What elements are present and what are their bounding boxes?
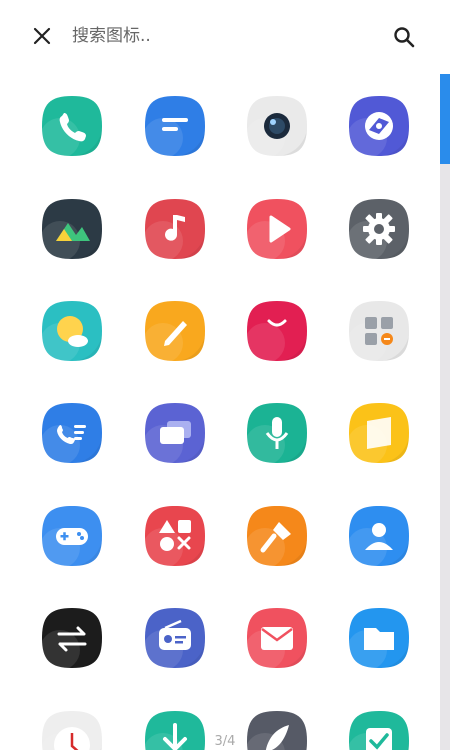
file-manager-icon[interactable] xyxy=(349,608,409,668)
gallery-icon[interactable] xyxy=(42,199,102,259)
close-icon xyxy=(33,27,51,45)
files-yellow-icon[interactable] xyxy=(349,403,409,463)
tools-folder-icon[interactable] xyxy=(349,301,409,361)
recorder-icon[interactable] xyxy=(247,403,307,463)
messages-icon[interactable] xyxy=(145,96,205,156)
music-icon[interactable] xyxy=(145,199,205,259)
paint-brush-icon[interactable] xyxy=(247,506,307,566)
video-icon[interactable] xyxy=(247,199,307,259)
icon-grid xyxy=(0,70,440,750)
email-icon[interactable] xyxy=(247,608,307,668)
multitask-icon[interactable] xyxy=(145,403,205,463)
download-icon[interactable] xyxy=(145,711,205,750)
feather-icon[interactable] xyxy=(247,711,307,750)
settings-icon[interactable] xyxy=(349,199,409,259)
theme-shapes-icon[interactable] xyxy=(145,506,205,566)
search-button[interactable] xyxy=(389,22,419,52)
top-bar xyxy=(0,0,450,70)
notes-icon[interactable] xyxy=(145,301,205,361)
search-input[interactable] xyxy=(72,20,372,52)
close-button[interactable] xyxy=(28,22,56,50)
search-icon xyxy=(394,27,415,48)
store-icon[interactable] xyxy=(247,301,307,361)
page-indicator: 3/4 xyxy=(214,734,236,749)
phone-icon[interactable] xyxy=(42,96,102,156)
task-check-icon[interactable] xyxy=(349,711,409,750)
weather-icon[interactable] xyxy=(42,301,102,361)
radio-icon[interactable] xyxy=(145,608,205,668)
clock-icon[interactable] xyxy=(42,711,102,750)
browser-icon[interactable] xyxy=(349,96,409,156)
contacts-phone-icon[interactable] xyxy=(42,403,102,463)
data-transfer-icon[interactable] xyxy=(42,608,102,668)
contacts-icon[interactable] xyxy=(349,506,409,566)
scrollbar[interactable] xyxy=(440,74,450,750)
game-center-icon[interactable] xyxy=(42,506,102,566)
camera-icon[interactable] xyxy=(247,96,307,156)
scrollbar-thumb[interactable] xyxy=(440,74,450,164)
